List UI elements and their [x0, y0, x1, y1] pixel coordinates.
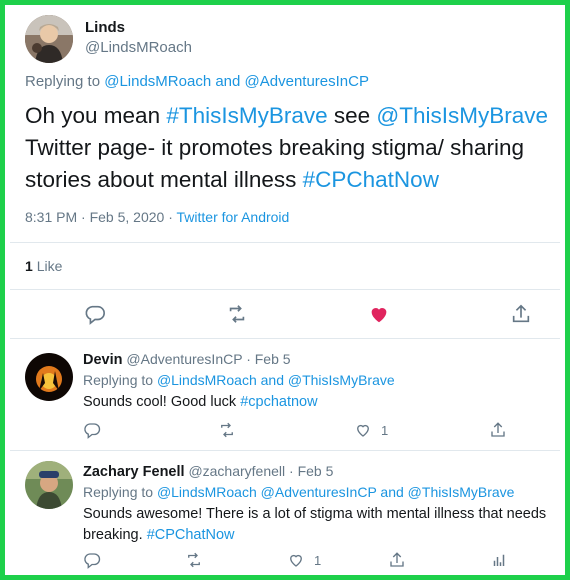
reply-icon[interactable]: [83, 421, 101, 439]
replying-prefix: Replying to: [25, 73, 101, 90]
replying-to: Replying to @LindsMRoach and @ThisIsMyBr…: [83, 372, 395, 388]
retweet-icon[interactable]: [226, 303, 248, 325]
reply-text-part: Sounds cool! Good luck: [83, 394, 241, 410]
like-count: 1: [314, 553, 322, 568]
reply-header: Devin @AdventuresInCP · Feb 5: [83, 351, 291, 368]
divider: [10, 338, 560, 339]
reply-icon[interactable]: [83, 551, 101, 569]
replying-to: Replying to @LindsMRoach and @Adventures…: [25, 73, 369, 90]
divider: [10, 450, 560, 451]
replying-to: Replying to @LindsMRoach @AdventuresInCP…: [83, 484, 514, 500]
author-handle[interactable]: @LindsMRoach: [85, 39, 192, 56]
retweet-icon[interactable]: [218, 421, 236, 439]
reply-text: Sounds cool! Good luck #cpchatnow: [83, 392, 563, 413]
share-icon[interactable]: [510, 303, 532, 325]
share-icon[interactable]: [489, 421, 507, 439]
analytics-icon[interactable]: [490, 551, 508, 569]
tweet-source[interactable]: Twitter for Android: [177, 209, 290, 225]
tweet-text-part: Oh you mean: [25, 103, 167, 128]
reply-header: Zachary Fenell @zacharyfenell · Feb 5: [83, 463, 333, 480]
mention-link[interactable]: @ThisIsMyBrave: [376, 103, 548, 128]
tweet-text-part: see: [327, 103, 377, 128]
avatar[interactable]: [25, 15, 73, 63]
hashtag-link[interactable]: #CPChatNow: [303, 167, 439, 192]
reply-author-name[interactable]: Devin: [83, 352, 123, 368]
heart-icon[interactable]: [354, 421, 372, 439]
reply-icon[interactable]: [84, 303, 106, 325]
reply-date[interactable]: · Feb 5: [246, 351, 290, 367]
hashtag-link[interactable]: #cpchatnow: [240, 394, 317, 410]
tweet-meta: 8:31 PM · Feb 5, 2020 · Twitter for Andr…: [25, 209, 289, 225]
replying-prefix: Replying to: [83, 372, 154, 388]
like-label: Like: [36, 258, 63, 274]
replying-to-users[interactable]: @LindsMRoach and @AdventuresInCP: [104, 73, 369, 90]
likes-summary[interactable]: 1 Like: [25, 258, 62, 274]
reply-author-handle[interactable]: @AdventuresInCP: [126, 351, 242, 367]
hashtag-link[interactable]: #CPChatNow: [147, 527, 235, 543]
reply-author-name[interactable]: Zachary Fenell: [83, 464, 185, 480]
heart-icon[interactable]: [368, 303, 390, 325]
share-icon[interactable]: [388, 551, 406, 569]
divider: [10, 289, 560, 290]
retweet-icon[interactable]: [185, 551, 203, 569]
like-count: 1: [381, 423, 389, 438]
reply-text: Sounds awesome! There is a lot of stigma…: [83, 504, 563, 546]
author-name[interactable]: Linds: [85, 19, 125, 36]
replying-to-users[interactable]: @LindsMRoach and @ThisIsMyBrave: [157, 372, 395, 388]
divider: [10, 242, 560, 243]
heart-icon[interactable]: [287, 551, 305, 569]
tweet-thread-frame: Linds @LindsMRoach Replying to @LindsMRo…: [0, 0, 570, 580]
avatar[interactable]: [25, 353, 73, 401]
tweet-time[interactable]: 8:31 PM · Feb 5, 2020 ·: [25, 209, 173, 225]
reply-author-handle[interactable]: @zacharyfenell: [188, 463, 285, 479]
like-count: 1: [25, 258, 33, 274]
tweet-text-part: Twitter page- it promotes breaking stigm…: [25, 135, 524, 192]
tweet-text: Oh you mean #ThisIsMyBrave see @ThisIsMy…: [25, 100, 560, 196]
avatar[interactable]: [25, 461, 73, 509]
replying-to-users[interactable]: @LindsMRoach @AdventuresInCP and @ThisIs…: [157, 484, 515, 500]
replying-prefix: Replying to: [83, 484, 154, 500]
reply-date[interactable]: · Feb 5: [289, 463, 333, 479]
hashtag-link[interactable]: #ThisIsMyBrave: [166, 103, 327, 128]
